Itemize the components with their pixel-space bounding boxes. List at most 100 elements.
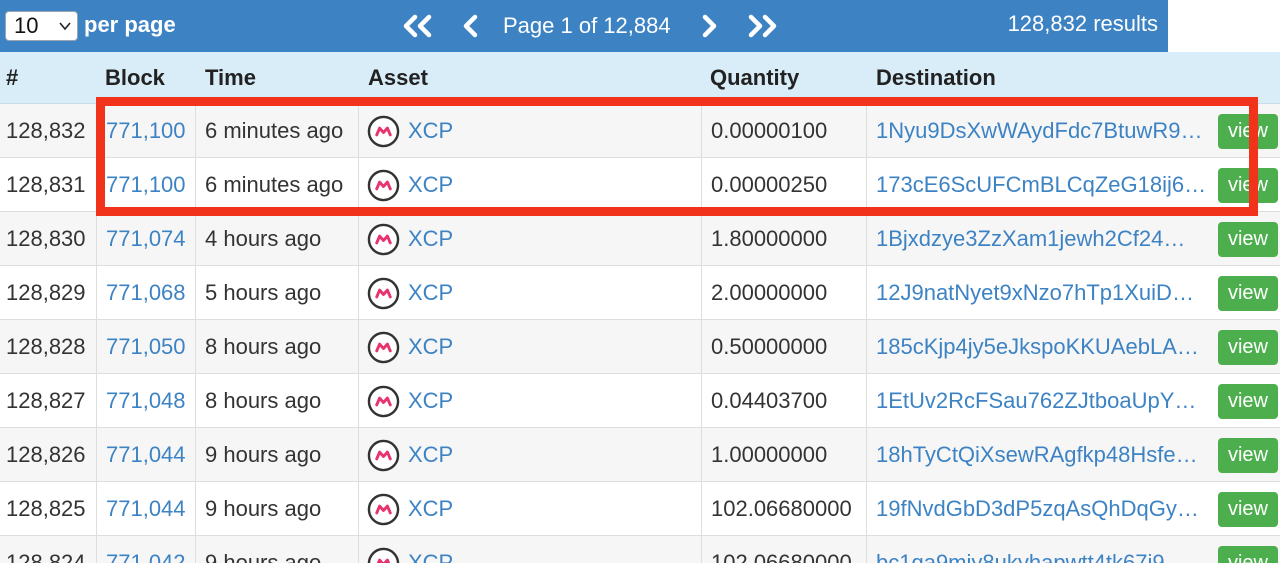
double-chevron-right-icon: [748, 14, 777, 38]
topbar-gap: [1168, 0, 1280, 52]
row-number: 128,828: [6, 334, 86, 359]
asset-link[interactable]: XCP: [408, 374, 508, 428]
destination-link[interactable]: 173cE6ScUFCmBLCqZeG18ij6…: [876, 158, 1206, 212]
row-number: 128,824: [6, 550, 86, 563]
table-row: 128,829 771,068 5 hours ago XCP 2.000000…: [0, 266, 1280, 320]
time-text: 9 hours ago: [205, 442, 322, 467]
time-text: 8 hours ago: [205, 388, 322, 413]
table-row: 128,827 771,048 8 hours ago XCP 0.044037…: [0, 374, 1280, 428]
previous-page-button[interactable]: [458, 12, 484, 40]
last-page-button[interactable]: [746, 12, 780, 40]
view-button[interactable]: view: [1218, 276, 1278, 311]
quantity-text: 1.80000000: [711, 226, 828, 251]
block-link[interactable]: 771,044: [106, 428, 192, 482]
block-link[interactable]: 771,048: [106, 374, 192, 428]
view-button[interactable]: view: [1218, 330, 1278, 365]
row-number: 128,831: [6, 172, 86, 197]
pagination-bar: 10 per page Page 1 of 12,884 128,832 res…: [0, 0, 1168, 52]
per-page-select[interactable]: 10: [5, 11, 78, 41]
xcp-logo-icon: [367, 331, 400, 364]
row-number: 128,826: [6, 442, 86, 467]
block-link[interactable]: 771,100: [106, 158, 192, 212]
block-link[interactable]: 771,074: [106, 212, 192, 266]
view-button[interactable]: view: [1218, 492, 1278, 527]
quantity-text: 0.50000000: [711, 334, 828, 359]
time-text: 6 minutes ago: [205, 118, 344, 143]
xcp-logo-icon: [367, 169, 400, 202]
table-row: 128,828 771,050 8 hours ago XCP 0.500000…: [0, 320, 1280, 374]
block-link[interactable]: 771,042: [106, 536, 192, 563]
xcp-logo-icon: [367, 223, 400, 256]
quantity-text: 2.00000000: [711, 280, 828, 305]
table-row: 128,824 771,042 9 hours ago XCP 102.0668…: [0, 536, 1280, 563]
destination-link[interactable]: 12J9natNyet9xNzo7hTp1XuiD…: [876, 266, 1206, 320]
xcp-logo-icon: [367, 277, 400, 310]
view-button[interactable]: view: [1218, 438, 1278, 473]
destination-link[interactable]: 1Nyu9DsXwWAydFdc7BtuwR9…: [876, 104, 1206, 158]
view-button[interactable]: view: [1218, 168, 1278, 203]
xcp-logo-icon: [367, 439, 400, 472]
table-row: 128,832 771,100 6 minutes ago XCP 0.0000…: [0, 104, 1280, 158]
view-button[interactable]: view: [1218, 114, 1278, 149]
row-number: 128,827: [6, 388, 86, 413]
asset-link[interactable]: XCP: [408, 266, 508, 320]
asset-link[interactable]: XCP: [408, 158, 508, 212]
asset-link[interactable]: XCP: [408, 482, 508, 536]
quantity-text: 0.00000100: [711, 118, 828, 143]
column-header-time: Time: [205, 65, 256, 90]
destination-link[interactable]: 1EtUv2RcFSau762ZJtboaUpY…: [876, 374, 1206, 428]
row-number: 128,832: [6, 118, 86, 143]
table-row: 128,825 771,044 9 hours ago XCP 102.0668…: [0, 482, 1280, 536]
next-page-button[interactable]: [696, 12, 722, 40]
column-header-block: Block: [105, 65, 165, 90]
row-number: 128,829: [6, 280, 86, 305]
xcp-logo-icon: [367, 115, 400, 148]
xcp-logo-icon: [367, 547, 400, 563]
asset-link[interactable]: XCP: [408, 536, 508, 563]
quantity-text: 1.00000000: [711, 442, 828, 467]
chevron-left-icon: [463, 14, 478, 38]
asset-link[interactable]: XCP: [408, 428, 508, 482]
results-count: 128,832 results: [1007, 11, 1158, 36]
column-header-number: #: [6, 65, 19, 90]
block-link[interactable]: 771,100: [106, 104, 192, 158]
quantity-text: 0.04403700: [711, 388, 828, 413]
block-link[interactable]: 771,044: [106, 482, 192, 536]
column-header-quantity: Quantity: [710, 65, 800, 90]
double-chevron-left-icon: [403, 14, 432, 38]
table-header: # Block Time Asset Quantity Destination: [0, 52, 1280, 104]
column-header-destination: Destination: [876, 65, 996, 90]
destination-link[interactable]: 1Bjxdzye3ZzXam1jewh2Cf24…: [876, 212, 1206, 266]
per-page-value: 10: [14, 13, 39, 38]
destination-link[interactable]: 18hTyCtQiXsewRAgfkp48Hsfe…: [876, 428, 1206, 482]
time-text: 6 minutes ago: [205, 172, 344, 197]
xcp-logo-icon: [367, 493, 400, 526]
asset-link[interactable]: XCP: [408, 212, 508, 266]
block-link[interactable]: 771,050: [106, 320, 192, 374]
view-button[interactable]: view: [1218, 384, 1278, 419]
asset-link[interactable]: XCP: [408, 104, 508, 158]
row-number: 128,825: [6, 496, 86, 521]
time-text: 9 hours ago: [205, 496, 322, 521]
time-text: 9 hours ago: [205, 550, 322, 563]
quantity-text: 102.06680000: [711, 496, 852, 521]
destination-link[interactable]: bc1qa9mjy8ukyhapwtt4tk67j9: [876, 536, 1206, 563]
first-page-button[interactable]: [400, 12, 434, 40]
page-indicator: Page 1 of 12,884: [503, 13, 671, 38]
time-text: 5 hours ago: [205, 280, 322, 305]
destination-link[interactable]: 185cKjp4jy5eJkspoKKUAebLA…: [876, 320, 1206, 374]
asset-link[interactable]: XCP: [408, 320, 508, 374]
row-number: 128,830: [6, 226, 86, 251]
block-link[interactable]: 771,068: [106, 266, 192, 320]
time-text: 4 hours ago: [205, 226, 322, 251]
view-button[interactable]: view: [1218, 546, 1278, 563]
table-row: 128,831 771,100 6 minutes ago XCP 0.0000…: [0, 158, 1280, 212]
table-row: 128,830 771,074 4 hours ago XCP 1.800000…: [0, 212, 1280, 266]
per-page-label: per page: [84, 12, 176, 37]
view-button[interactable]: view: [1218, 222, 1278, 257]
chevron-down-icon: [59, 22, 71, 31]
column-header-asset: Asset: [368, 65, 428, 90]
destination-link[interactable]: 19fNvdGbD3dP5zqAsQhDqGy…: [876, 482, 1206, 536]
xcp-logo-icon: [367, 385, 400, 418]
quantity-text: 102.06680000: [711, 550, 852, 563]
